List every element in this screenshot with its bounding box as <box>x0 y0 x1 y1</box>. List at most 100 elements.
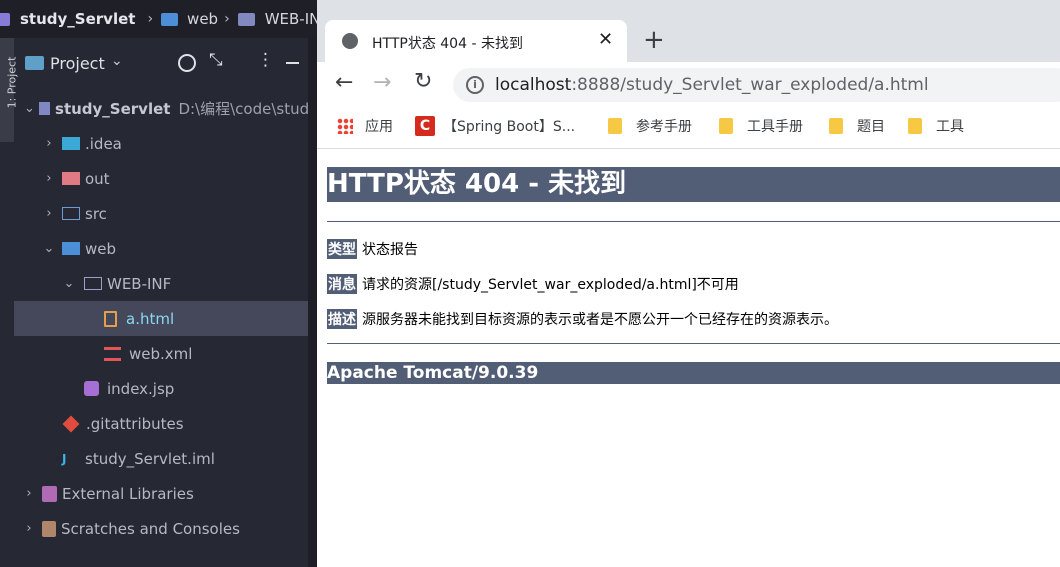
tree-item-label: study_Servlet.iml <box>85 449 215 468</box>
type-line: 类型 状态报告 <box>327 239 418 259</box>
tree-item-label: .gitattributes <box>86 414 184 433</box>
message-value: 请求的资源[/study_Servlet_war_exploded/a.html… <box>362 277 739 293</box>
info-icon[interactable]: i <box>466 76 484 94</box>
back-icon[interactable]: ← <box>335 70 353 95</box>
chevron-right-icon[interactable]: › <box>42 136 56 151</box>
server-footer: Apache Tomcat/9.0.39 <box>327 362 1060 384</box>
tree-item-gitattributes[interactable]: .gitattributes <box>14 406 356 441</box>
type-value: 状态报告 <box>362 242 418 258</box>
close-tab-icon[interactable]: ✕ <box>598 29 613 50</box>
tree-item-scratches[interactable]: › Scratches and Consoles <box>14 511 316 546</box>
bookmark-problems[interactable]: 题目 <box>829 116 885 136</box>
tab-strip: HTTP状态 404 - 未找到 ✕ + <box>317 0 1060 62</box>
hide-panel-icon[interactable] <box>286 62 299 64</box>
tree-item-label: web.xml <box>129 344 193 363</box>
forward-icon[interactable]: → <box>373 70 391 95</box>
divider <box>327 221 1060 222</box>
tree-item-label: src <box>85 204 107 223</box>
chevron-right-icon: › <box>224 11 230 27</box>
bookmark-label: 工具 <box>936 119 964 135</box>
folder-icon <box>237 12 255 26</box>
new-tab-icon[interactable]: + <box>643 25 665 55</box>
bookmark-label: 工具手册 <box>747 119 803 135</box>
tree-item-label: a.html <box>126 309 175 328</box>
page-title: HTTP状态 404 - 未找到 <box>327 167 1060 202</box>
bookmark-label: 参考手册 <box>636 119 692 135</box>
browser-window: HTTP状态 404 - 未找到 ✕ + ← → ↻ i localhost:8… <box>317 0 1060 567</box>
tree-item-study-servlet[interactable]: ⌄ study_Servlet D:\编程\code\study <box>14 91 318 126</box>
bookmark-spring-boot[interactable]: C 【Spring Boot】S... <box>415 116 575 136</box>
locate-file-icon[interactable] <box>178 54 196 72</box>
tab-active[interactable]: HTTP状态 404 - 未找到 ✕ <box>325 20 627 62</box>
jsp-file-icon <box>84 381 99 396</box>
chevron-down-icon[interactable]: ⌄ <box>42 241 56 256</box>
csdn-icon: C <box>415 116 435 136</box>
bookmark-label: 题目 <box>857 119 885 135</box>
iml-file-icon: J <box>62 451 67 466</box>
chevron-down-icon[interactable]: ⌄ <box>62 276 76 291</box>
project-tool-window-tab[interactable]: 1: Project <box>0 38 18 142</box>
url-text: localhost:8888/study_Servlet_war_explode… <box>495 75 929 95</box>
tree-item-web-inf[interactable]: ⌄ WEB-INF <box>14 266 356 301</box>
tree-item-idea[interactable]: › .idea <box>14 126 336 161</box>
folder-icon <box>719 118 733 134</box>
description-line: 描述 源服务器未能找到目标资源的表示或者是不愿公开一个已经存在的资源表示。 <box>327 309 838 329</box>
tree-item-label: study_Servlet <box>55 99 171 118</box>
web-folder-icon <box>62 242 80 255</box>
url-host: localhost <box>495 75 572 95</box>
chevron-down-icon[interactable]: ⌄ <box>111 53 123 69</box>
globe-icon <box>342 33 358 49</box>
bookmark-tool-manual[interactable]: 工具手册 <box>719 116 803 136</box>
bookmark-label: 应用 <box>365 119 393 135</box>
source-folder-icon <box>62 207 80 220</box>
tree-item-label: out <box>85 169 110 188</box>
tab-title: HTTP状态 404 - 未找到 <box>372 36 523 52</box>
tree-item-label: WEB-INF <box>107 274 172 293</box>
excluded-folder-icon <box>62 172 80 185</box>
bookmark-reference-manual[interactable]: 参考手册 <box>608 116 692 136</box>
web-folder-icon <box>161 12 179 26</box>
chevron-right-icon[interactable]: › <box>42 206 56 221</box>
chevron-down-icon[interactable]: ⌄ <box>24 101 35 116</box>
address-bar[interactable]: i localhost:8888/study_Servlet_war_explo… <box>453 68 1060 102</box>
description-value: 源服务器未能找到目标资源的表示或者是不愿公开一个已经存在的资源表示。 <box>362 312 838 328</box>
ide-panel: study_Servlet › web › WEB-INF 1: Project… <box>0 0 329 567</box>
folder-icon <box>829 118 843 134</box>
tree-item-label: .idea <box>85 134 122 153</box>
html-file-icon <box>104 310 117 327</box>
tree-item-path: D:\编程\code\study <box>178 100 318 118</box>
message-line: 消息 请求的资源[/study_Servlet_war_exploded/a.h… <box>327 274 739 294</box>
chevron-right-icon[interactable]: › <box>42 171 56 186</box>
project-view-dropdown[interactable]: Project <box>50 54 105 73</box>
folder-icon <box>84 277 102 290</box>
scratches-icon <box>42 520 56 537</box>
navigation-bar: study_Servlet › web › WEB-INF <box>0 0 329 38</box>
panel-divider[interactable] <box>308 38 317 567</box>
bookmark-tools[interactable]: 工具 <box>908 116 964 136</box>
git-file-icon <box>62 415 80 432</box>
chevron-right-icon[interactable]: › <box>22 486 36 501</box>
more-options-icon[interactable]: ⋮ <box>257 50 274 70</box>
folder-icon <box>608 118 622 134</box>
tree-item-web[interactable]: ⌄ web <box>14 231 336 266</box>
tree-item-iml[interactable]: J study_Servlet.iml <box>14 441 356 476</box>
chevron-right-icon[interactable]: › <box>22 521 36 536</box>
tree-item-a-html[interactable]: a.html <box>14 301 308 336</box>
description-label: 描述 <box>327 309 357 329</box>
idea-folder-icon <box>62 137 80 150</box>
tree-item-external-libraries[interactable]: › External Libraries <box>14 476 316 511</box>
tree-item-src[interactable]: › src <box>14 196 336 231</box>
breadcrumb-project[interactable]: study_Servlet <box>20 10 135 28</box>
module-folder-icon <box>38 102 51 115</box>
breadcrumb-web[interactable]: web <box>187 10 218 28</box>
xml-file-icon <box>104 346 121 361</box>
libraries-icon <box>42 485 57 502</box>
message-label: 消息 <box>327 274 357 294</box>
reload-icon[interactable]: ↻ <box>414 69 432 94</box>
type-label: 类型 <box>327 239 357 259</box>
collapse-all-icon[interactable]: ⤡ <box>209 50 223 70</box>
tree-item-out[interactable]: › out <box>14 161 336 196</box>
url-path: :8888/study_Servlet_war_exploded/a.html <box>571 75 929 95</box>
bookmark-apps[interactable]: 应用 <box>337 116 393 136</box>
chevron-right-icon: › <box>147 11 154 27</box>
